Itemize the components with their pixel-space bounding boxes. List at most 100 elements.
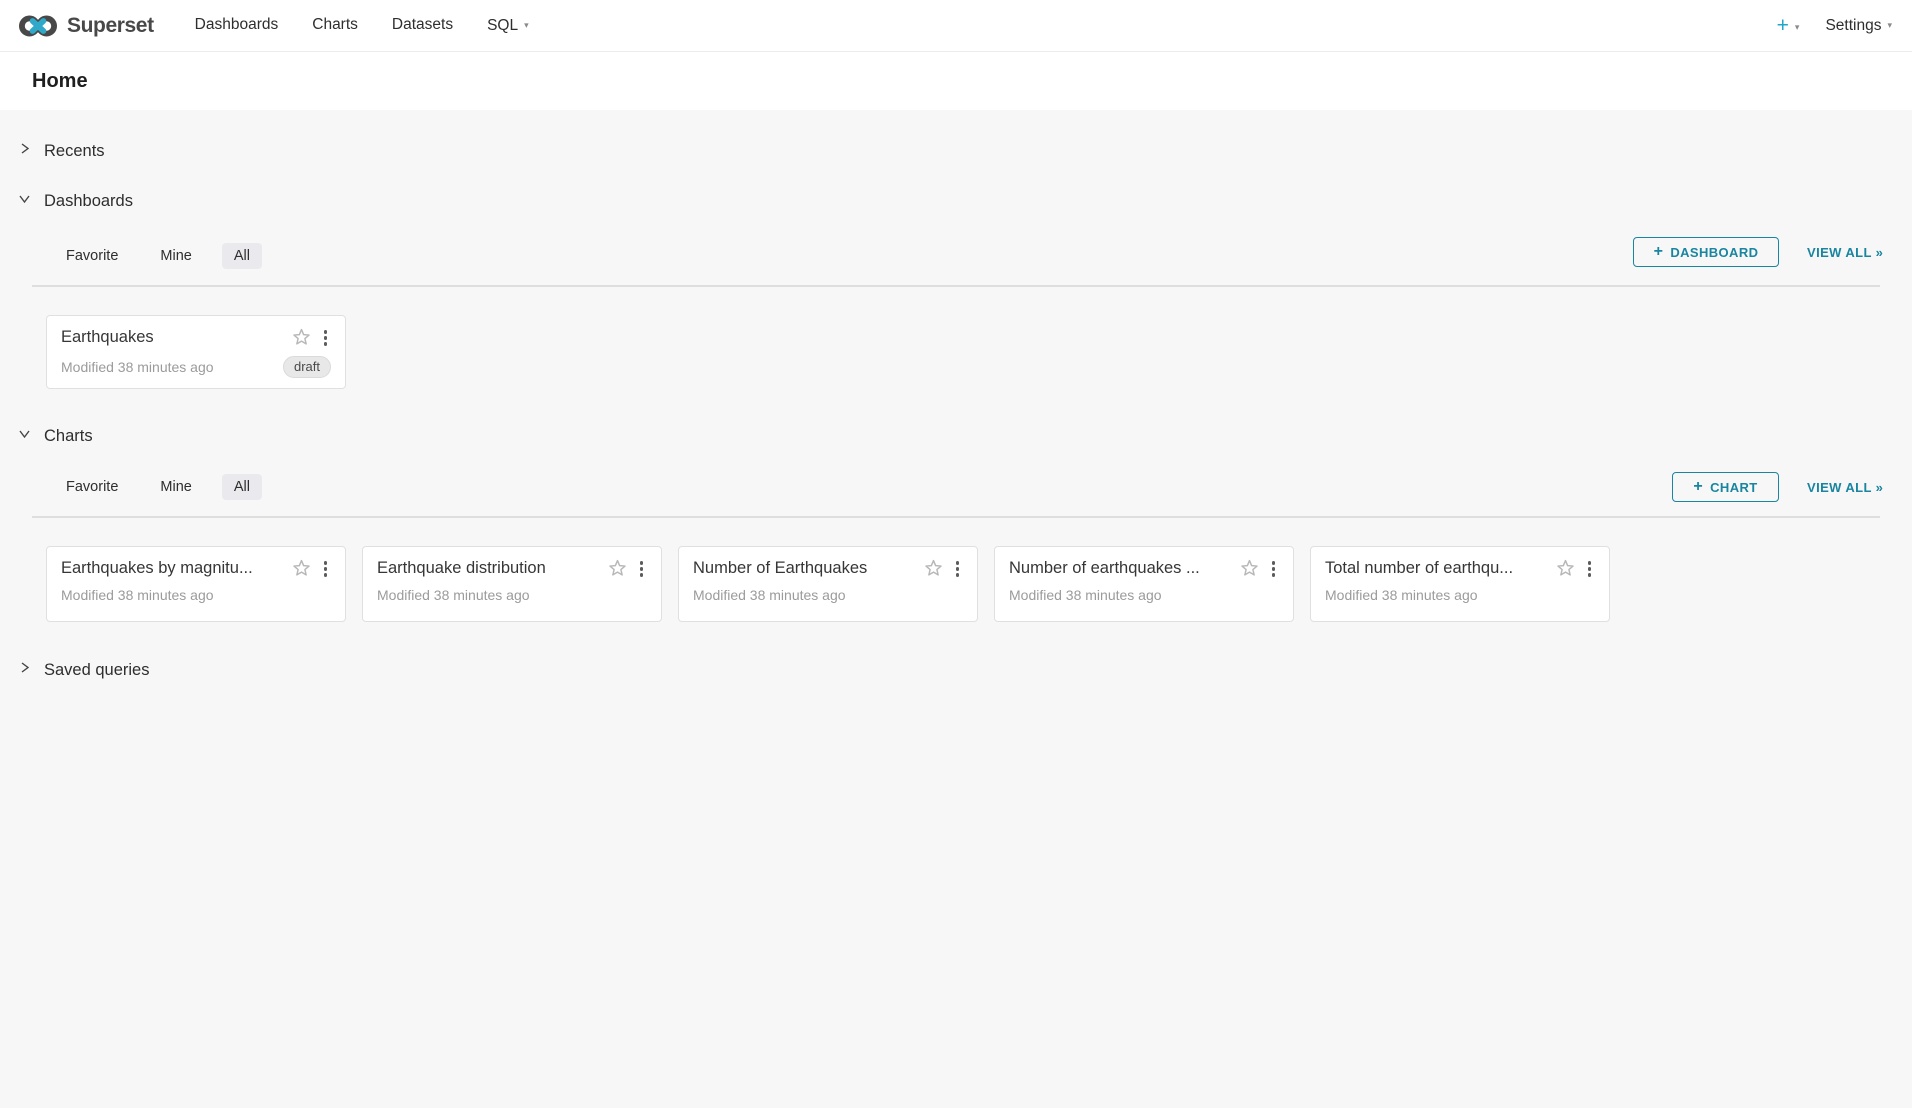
nav-item-sql-label: SQL — [487, 17, 518, 34]
tab-dashboards-all[interactable]: All — [222, 243, 262, 269]
card-modified-text: Modified 38 minutes ago — [1325, 587, 1478, 603]
view-all-dashboards-link[interactable]: VIEW ALL » — [1807, 245, 1883, 260]
new-dashboard-button[interactable]: + DASHBOARD — [1633, 237, 1779, 267]
caret-down-icon: ▾ — [1795, 22, 1800, 32]
page-header: Home — [0, 52, 1912, 110]
nav-item-datasets[interactable]: Datasets — [375, 0, 470, 52]
chevron-down-icon — [18, 427, 31, 445]
card-meta-row: Modified 38 minutes ago — [1009, 587, 1279, 603]
section-header-recents[interactable]: Recents — [18, 138, 105, 164]
kebab-menu-icon[interactable] — [952, 558, 964, 580]
kebab-menu-icon[interactable] — [320, 558, 332, 580]
favorite-star-icon[interactable] — [1556, 559, 1575, 578]
card-modified-text: Modified 38 minutes ago — [377, 587, 530, 603]
chevron-right-icon — [18, 142, 31, 160]
tab-charts-favorite[interactable]: Favorite — [54, 474, 130, 500]
nav-item-sql[interactable]: SQL ▾ — [470, 0, 546, 52]
chevron-right-icon — [18, 661, 31, 679]
tab-dashboards-favorite[interactable]: Favorite — [54, 243, 130, 269]
dashboards-tabs-divider — [32, 285, 1880, 287]
superset-logo[interactable]: Superset — [0, 12, 178, 40]
chart-card-title[interactable]: Earthquake distribution — [377, 559, 600, 578]
top-navbar: Superset Dashboards Charts Datasets SQL ▾… — [0, 0, 1912, 52]
section-label-dashboards: Dashboards — [44, 192, 133, 211]
chart-card[interactable]: Earthquakes by magnitu... Modified 38 mi… — [46, 546, 346, 622]
plus-icon: + — [1693, 478, 1703, 496]
chart-card-title[interactable]: Earthquakes by magnitu... — [61, 559, 284, 578]
card-meta-row: Modified 38 minutes ago — [61, 587, 331, 603]
page-title: Home — [32, 70, 88, 93]
section-header-saved-queries[interactable]: Saved queries — [18, 657, 150, 683]
favorite-star-icon[interactable] — [608, 559, 627, 578]
card-meta-row: Modified 38 minutes ago draft — [61, 356, 331, 378]
kebab-menu-icon[interactable] — [1268, 558, 1280, 580]
dashboard-card-title[interactable]: Earthquakes — [61, 328, 284, 347]
card-title-row: Total number of earthqu... — [1325, 558, 1595, 580]
section-header-dashboards[interactable]: Dashboards — [18, 188, 133, 214]
new-item-plus-button[interactable]: +▾ — [1777, 14, 1800, 38]
settings-menu[interactable]: Settings ▾ — [1825, 17, 1892, 35]
section-label-recents: Recents — [44, 142, 105, 161]
card-actions — [608, 558, 648, 580]
favorite-star-icon[interactable] — [1240, 559, 1259, 578]
plus-icon: + — [1777, 14, 1789, 37]
new-chart-button-label: CHART — [1710, 480, 1758, 495]
favorite-star-icon[interactable] — [924, 559, 943, 578]
section-label-saved-queries: Saved queries — [44, 661, 150, 680]
card-actions — [1240, 558, 1280, 580]
card-actions — [1556, 558, 1596, 580]
favorite-star-icon[interactable] — [292, 328, 311, 347]
new-dashboard-button-label: DASHBOARD — [1670, 245, 1758, 260]
card-meta-row: Modified 38 minutes ago — [1325, 587, 1595, 603]
chart-card[interactable]: Earthquake distribution Modified 38 minu… — [362, 546, 662, 622]
card-title-row: Earthquakes by magnitu... — [61, 558, 331, 580]
settings-label: Settings — [1825, 17, 1881, 34]
caret-down-icon: ▾ — [524, 20, 529, 30]
card-modified-text: Modified 38 minutes ago — [61, 359, 214, 375]
section-header-charts[interactable]: Charts — [18, 423, 93, 449]
view-all-charts-link[interactable]: VIEW ALL » — [1807, 480, 1883, 495]
card-title-row: Earthquakes — [61, 327, 331, 349]
brand-name: Superset — [67, 14, 154, 38]
nav-item-charts[interactable]: Charts — [295, 0, 375, 52]
chart-card-title[interactable]: Number of Earthquakes — [693, 559, 916, 578]
kebab-menu-icon[interactable] — [636, 558, 648, 580]
card-actions — [924, 558, 964, 580]
card-modified-text: Modified 38 minutes ago — [1009, 587, 1162, 603]
nav-item-dashboards[interactable]: Dashboards — [178, 0, 296, 52]
card-meta-row: Modified 38 minutes ago — [693, 587, 963, 603]
charts-tabs-divider — [32, 516, 1880, 518]
card-title-row: Number of Earthquakes — [693, 558, 963, 580]
card-actions — [292, 327, 332, 349]
card-actions — [292, 558, 332, 580]
nav-menu: Dashboards Charts Datasets SQL ▾ — [178, 0, 546, 52]
new-chart-button[interactable]: + CHART — [1672, 472, 1779, 502]
kebab-menu-icon[interactable] — [1584, 558, 1596, 580]
charts-filter-tabs: Favorite Mine All — [54, 474, 262, 500]
tab-charts-all[interactable]: All — [222, 474, 262, 500]
chart-card[interactable]: Number of Earthquakes Modified 38 minute… — [678, 546, 978, 622]
chart-card[interactable]: Total number of earthqu... Modified 38 m… — [1310, 546, 1610, 622]
superset-infinity-icon — [18, 12, 58, 40]
kebab-menu-icon[interactable] — [320, 327, 332, 349]
card-title-row: Earthquake distribution — [377, 558, 647, 580]
nav-right-group: +▾ Settings▾ — [1777, 14, 1912, 38]
plus-icon: + — [1654, 243, 1664, 261]
card-meta-row: Modified 38 minutes ago — [377, 587, 647, 603]
dashboard-card-earthquakes[interactable]: Earthquakes Modified 38 minutes ago draf… — [46, 315, 346, 389]
card-modified-text: Modified 38 minutes ago — [61, 587, 214, 603]
section-label-charts: Charts — [44, 427, 93, 446]
tab-dashboards-mine[interactable]: Mine — [148, 243, 203, 269]
favorite-star-icon[interactable] — [292, 559, 311, 578]
tab-charts-mine[interactable]: Mine — [148, 474, 203, 500]
chevron-down-icon — [18, 192, 31, 210]
superset-home-page: Superset Dashboards Charts Datasets SQL ▾… — [0, 0, 1912, 1108]
caret-down-icon: ▾ — [1887, 20, 1892, 30]
card-title-row: Number of earthquakes ... — [1009, 558, 1279, 580]
card-modified-text: Modified 38 minutes ago — [693, 587, 846, 603]
dashboards-filter-tabs: Favorite Mine All — [54, 243, 262, 269]
chart-card-title[interactable]: Total number of earthqu... — [1325, 559, 1548, 578]
status-badge: draft — [283, 356, 331, 378]
chart-card-title[interactable]: Number of earthquakes ... — [1009, 559, 1232, 578]
chart-card[interactable]: Number of earthquakes ... Modified 38 mi… — [994, 546, 1294, 622]
